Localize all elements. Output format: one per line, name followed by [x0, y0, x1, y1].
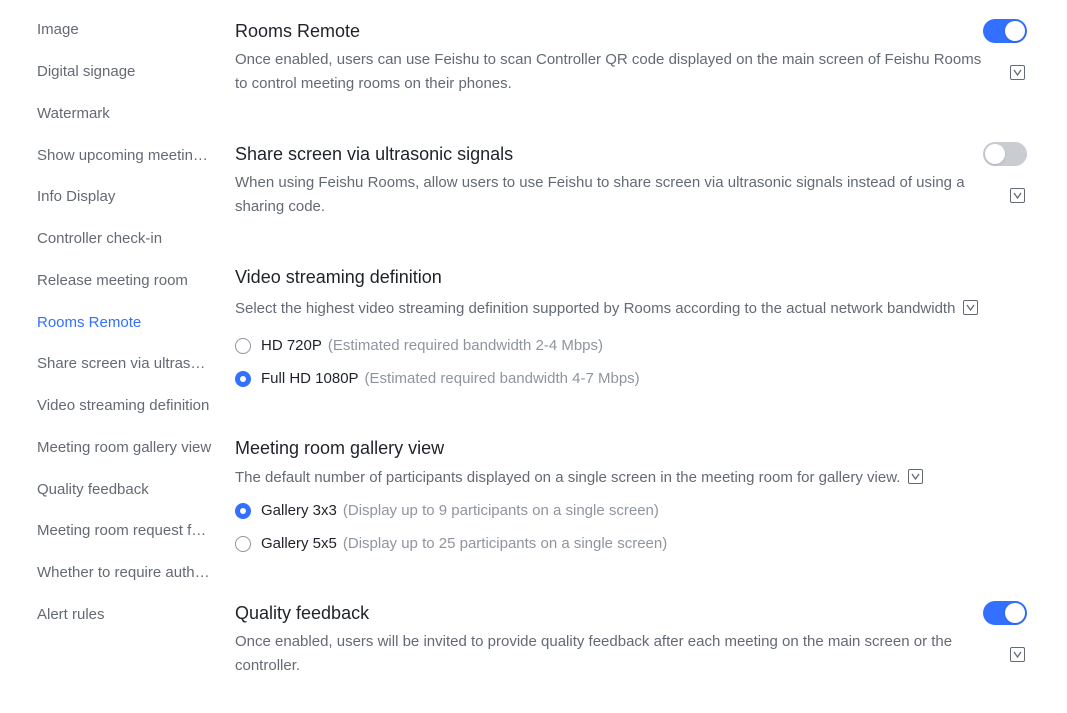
sidebar-item-quality-feedback[interactable]: Quality feedback: [37, 481, 213, 499]
section-title: Rooms Remote: [235, 21, 361, 41]
edit-icon[interactable]: [908, 469, 924, 484]
section-description: The default number of participants displ…: [235, 469, 901, 486]
quality-feedback-toggle[interactable]: [983, 601, 1027, 625]
edit-icon[interactable]: [1010, 65, 1025, 80]
sidebar-item-authentication[interactable]: Whether to require authentication: [37, 564, 213, 582]
edit-icon[interactable]: [963, 300, 979, 315]
section-title: Quality feedback: [235, 603, 370, 623]
sidebar-item-rooms-remote[interactable]: Rooms Remote: [37, 314, 213, 332]
section-quality-feedback: Quality feedback Once enabled, users wil…: [235, 601, 1027, 682]
radio-gallery-5x5[interactable]: Gallery 5x5 (Display up to 25 participan…: [235, 535, 667, 553]
sidebar-item-request-form[interactable]: Meeting room request form: [37, 522, 213, 540]
sidebar-item-release-meeting-room[interactable]: Release meeting room: [37, 272, 213, 290]
settings-sidebar: Image Digital signage Watermark Show upc…: [0, 0, 215, 713]
section-rooms-remote: Rooms Remote Once enabled, users can use…: [235, 19, 1027, 100]
sidebar-item-alert-rules[interactable]: Alert rules: [37, 606, 213, 624]
sidebar-item-image[interactable]: Image: [37, 21, 213, 39]
section-ultrasonic: Share screen via ultrasonic signals When…: [235, 142, 1027, 223]
edit-icon[interactable]: [1010, 647, 1025, 662]
radio-full-hd-1080p[interactable]: Full HD 1080P (Estimated required bandwi…: [235, 370, 640, 388]
sidebar-item-upcoming-meeting[interactable]: Show upcoming meeting info: [37, 147, 213, 165]
sidebar-item-gallery-view[interactable]: Meeting room gallery view: [37, 439, 213, 457]
sidebar-item-ultrasonic[interactable]: Share screen via ultrasonic signals: [37, 355, 213, 373]
section-title: Video streaming definition: [235, 267, 442, 287]
sidebar-item-watermark[interactable]: Watermark: [37, 105, 213, 123]
section-title: Share screen via ultrasonic signals: [235, 144, 514, 164]
radio-button-checked[interactable]: [235, 503, 251, 519]
section-gallery-view: Meeting room gallery view The default nu…: [235, 437, 1027, 567]
sidebar-item-digital-signage[interactable]: Digital signage: [37, 63, 213, 81]
edit-icon[interactable]: [1010, 188, 1025, 203]
section-description: Select the highest video streaming defin…: [235, 300, 956, 317]
sidebar-item-info-display[interactable]: Info Display: [37, 188, 213, 206]
rooms-remote-toggle[interactable]: [983, 19, 1027, 43]
radio-button[interactable]: [235, 338, 251, 354]
ultrasonic-toggle[interactable]: [983, 142, 1027, 166]
radio-button-checked[interactable]: [235, 371, 251, 387]
radio-hd-720p[interactable]: HD 720P (Estimated required bandwidth 2-…: [235, 337, 603, 355]
radio-button[interactable]: [235, 536, 251, 552]
section-description: When using Feishu Rooms, allow users to …: [235, 174, 965, 215]
section-description: Once enabled, users can use Feishu to sc…: [235, 51, 982, 92]
sidebar-item-controller-check-in[interactable]: Controller check-in: [37, 230, 213, 248]
section-title: Meeting room gallery view: [235, 438, 445, 458]
radio-gallery-3x3[interactable]: Gallery 3x3 (Display up to 9 participant…: [235, 502, 659, 520]
section-description: Once enabled, users will be invited to p…: [235, 633, 953, 674]
section-video-definition: Video streaming definition Select the hi…: [235, 266, 1027, 396]
sidebar-item-video-definition[interactable]: Video streaming definition: [37, 397, 213, 415]
settings-main: Rooms Remote Once enabled, users can use…: [235, 0, 1035, 713]
